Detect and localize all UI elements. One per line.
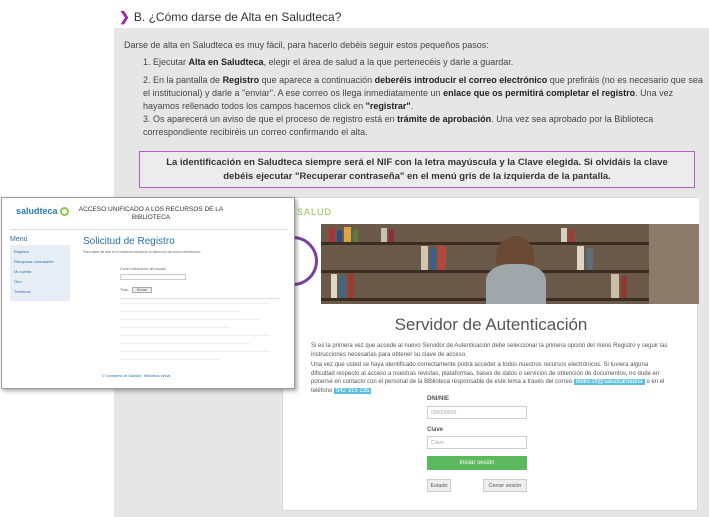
library-banner-image: [321, 224, 649, 304]
menu-item-cuenta[interactable]: Mi cuenta: [14, 269, 31, 274]
send-button[interactable]: Enviar: [132, 287, 152, 293]
estado-button[interactable]: Estado: [427, 479, 451, 492]
auth-title: Servidor de Autenticación: [394, 315, 588, 334]
reg-email-input[interactable]: [120, 274, 186, 280]
auth-top-band: [283, 198, 699, 224]
brand-fragment: SALUD: [297, 207, 333, 217]
cerrar-sesion-button[interactable]: Cerrar sesión: [483, 479, 527, 492]
step-1: 1. Ejecutar Alta en Saludteca, elegir el…: [143, 57, 514, 67]
person-body: [486, 264, 546, 304]
step-3: 3. Os aparecerá un aviso de que el proce…: [143, 114, 654, 137]
clave-label: Clave: [427, 427, 444, 433]
clave-input[interactable]: Clave: [427, 436, 527, 449]
menu-item-registro[interactable]: Registro: [14, 249, 29, 254]
menu-item-recuperar[interactable]: Recuperar contraseña: [14, 259, 54, 264]
dni-input[interactable]: 00000000X: [427, 406, 527, 419]
email-link[interactable]: biblio.sfl@saludcantabria: [573, 379, 645, 385]
divider: [10, 229, 288, 230]
menu-item-otro[interactable]: Otro: [14, 279, 22, 284]
section-title: B. ¿Cómo darse de Alta en Saludteca?: [133, 10, 342, 24]
reg-header: ACCESO UNIFICADO A LOS RECURSOS DE LA BI…: [78, 206, 224, 221]
sidebar-menu: Registro Recuperar contraseña Mi cuenta …: [10, 245, 70, 301]
menu-item-terminos[interactable]: Términos: [14, 289, 31, 294]
step-2: 2. En la pantalla de Registro que aparec…: [143, 75, 703, 111]
reg-title: Solicitud de Registro: [83, 236, 175, 247]
login-button[interactable]: Iniciar sesión: [427, 456, 527, 470]
dni-label: DNI/NIE: [427, 396, 450, 402]
reg-body: Para darte de alta en el sistema introdu…: [83, 250, 202, 254]
section-heading[interactable]: ❯ B. ¿Cómo darse de Alta en Saludteca?: [119, 9, 341, 25]
registration-screenshot: saludteca ACCESO UNIFICADO A LOS RECURSO…: [1, 197, 295, 389]
auth-paragraph-2: Una vez que usted se haya identificado c…: [311, 362, 665, 394]
menu-title: Menú: [10, 236, 28, 243]
phone-link[interactable]: 942 315 135: [334, 387, 372, 394]
captcha-label: Texto: [120, 288, 129, 292]
auth-screenshot: SALUD Servidor de Autenticación Si es la…: [282, 197, 699, 511]
reg-footer: © Consejería de Sanidad · Biblioteca Vir…: [102, 374, 171, 378]
banner-right-strip: [649, 224, 699, 304]
chevron-right-icon: ❯: [119, 9, 130, 24]
reg-details-block: [120, 298, 280, 370]
logo-circle-icon: [59, 207, 69, 217]
auth-paragraph-1: Si es la primera vez que accede al nuevo…: [311, 343, 668, 358]
saludteca-logo: saludteca: [16, 206, 69, 217]
email-label: Correo electrónico de usuario: [120, 267, 166, 271]
notice-box: La identificación en Saludteca siempre s…: [139, 151, 695, 188]
intro-text: Darse de alta en Saludteca es muy fácil,…: [124, 40, 489, 50]
